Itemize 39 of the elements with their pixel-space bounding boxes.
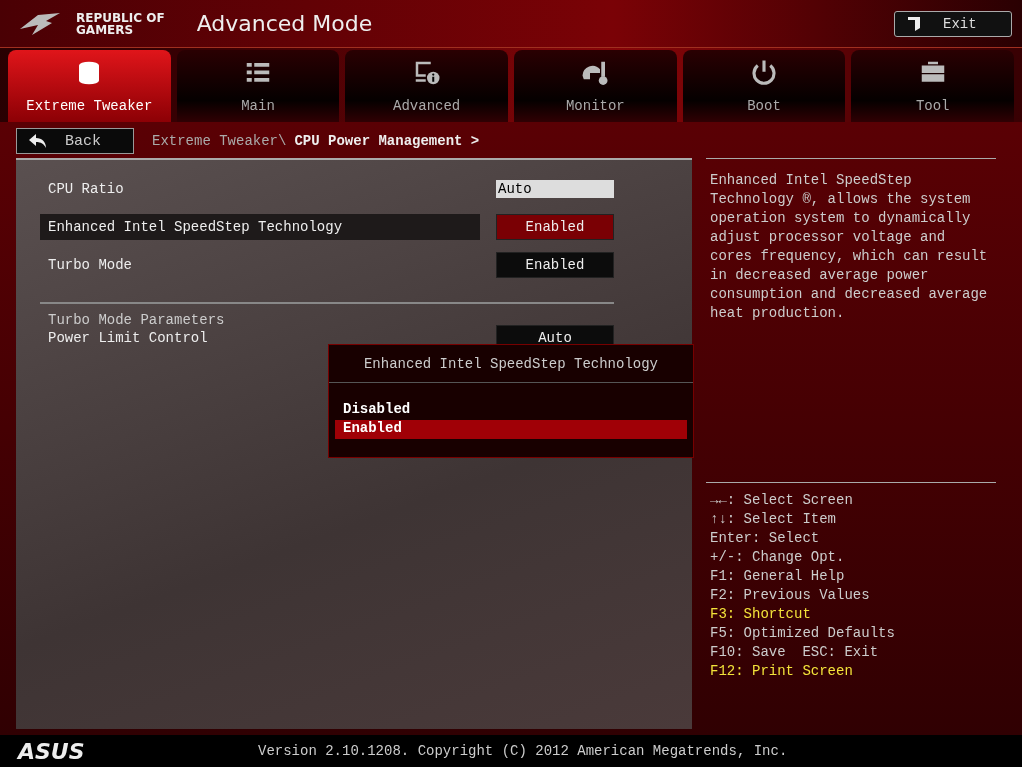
menu-tab[interactable]: Advanced (345, 50, 508, 122)
key-hint: F3: Shortcut (710, 605, 812, 624)
menu-tab[interactable]: Tool (851, 50, 1015, 122)
key-hint: F5: Optimized Defaults (710, 624, 896, 643)
menu-tab[interactable]: Monitor (514, 50, 677, 122)
setting-label[interactable]: CPU Ratio (40, 176, 480, 202)
popup-title: Enhanced Intel SpeedStep Technology (329, 345, 693, 383)
brand-text: REPUBLIC OF (76, 11, 165, 24)
key-hint: F10: Save ESC: Exit (710, 643, 880, 662)
asus-logo: ASUS (18, 738, 86, 764)
key-hint: F12: Print Screen (710, 662, 854, 681)
window-title: Advanced Mode (196, 11, 374, 36)
key-hint: →←: Select Screen (710, 491, 854, 510)
help-text: Enhanced Intel SpeedStep Technology ®, allows the system operation system to dynamically adjust processor voltage and cores frequency, which can result in decreased average power consumption and decreased average heat production. (706, 158, 996, 335)
menu-tab[interactable]: Main (176, 50, 340, 122)
setting-label[interactable]: Enhanced Intel SpeedStep Technology (40, 214, 480, 240)
popup-option[interactable]: Disabled (335, 401, 687, 420)
key-hint: F1: General Help (710, 567, 846, 586)
key-hint: ↑↓: Select Item (710, 510, 838, 529)
back-button[interactable]: Back (16, 128, 134, 154)
brand-text: GAMERS (76, 23, 135, 36)
rog-logo-icon (18, 10, 62, 37)
power-icon (749, 58, 779, 88)
popup-option[interactable]: Enabled (335, 420, 687, 439)
breadcrumb-current: CPU Power Management > (294, 133, 480, 149)
menu-tab[interactable]: Boot (682, 50, 846, 122)
value-dropdown[interactable]: Enabled (496, 214, 614, 240)
value-field[interactable]: Auto (496, 180, 614, 198)
breadcrumb-link[interactable]: Extreme Tweaker\ (152, 133, 287, 149)
back-arrow-icon (29, 134, 47, 148)
menu-tab[interactable]: Extreme Tweaker (8, 50, 171, 122)
exit-button[interactable]: Exit (894, 10, 1012, 37)
key-hint: +/-: Change Opt. (710, 548, 846, 567)
door-icon (907, 15, 921, 32)
value-dropdown[interactable]: Enabled (496, 252, 614, 278)
version-text: Version 2.10.1208. Copyright (C) 2012 American Megatrends, Inc. (258, 743, 788, 759)
key-hint: Enter: Select (710, 529, 821, 548)
key-hint: F2: Previous Values (710, 586, 871, 605)
setting-label[interactable]: Turbo Mode (40, 252, 480, 278)
